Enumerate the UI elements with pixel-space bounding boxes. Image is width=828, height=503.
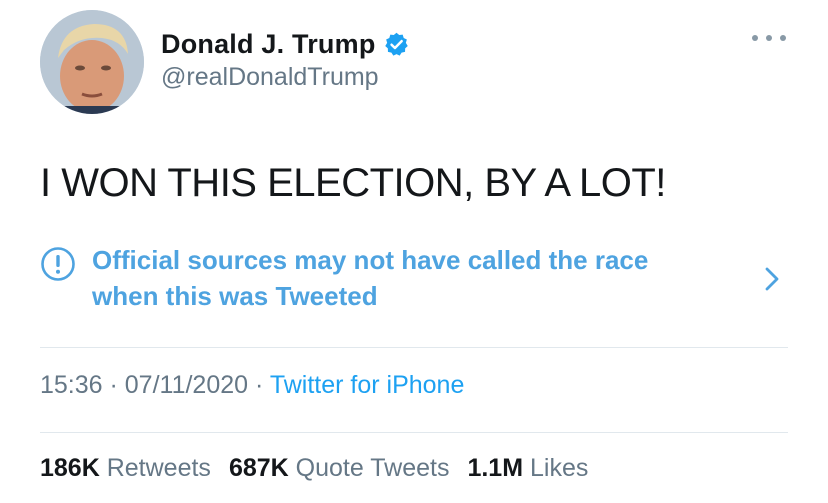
display-name[interactable]: Donald J. Trump [161,29,376,60]
divider [40,432,788,433]
retweets-count: 186K [40,454,100,482]
likes-stat[interactable]: 1.1M Likes [467,454,588,482]
retweets-label: Retweets [106,454,211,482]
notice-text[interactable]: Official sources may not have called the… [92,242,752,314]
avatar[interactable] [40,10,144,114]
quote-tweets-count: 687K [228,454,289,482]
chevron-right-icon[interactable] [762,264,782,294]
more-dot [766,35,772,41]
tweet-meta: 15:36 · 07/11/2020 · Twitter for iPhone [40,371,464,400]
likes-count: 1.1M [467,454,524,482]
more-dot [780,35,786,41]
verified-badge-icon [383,31,410,58]
notice-line-1: Official sources may not have called the… [92,245,649,275]
more-options-icon[interactable] [752,30,786,46]
tweet-date[interactable]: 07/11/2020 [125,371,248,399]
quote-tweets-stat[interactable]: 687K Quote Tweets [229,454,450,482]
likes-label: Likes [530,454,589,482]
quote-tweets-label: Quote Tweets [295,454,450,482]
author-name-row[interactable]: Donald J. Trump [161,27,410,61]
tweet-stats: 186K Retweets 687K Quote Tweets 1.1M Likes [40,454,606,483]
tweet-time[interactable]: 15:36 [40,371,103,399]
user-handle[interactable]: @realDonaldTrump [161,63,379,92]
meta-separator: · [102,371,125,399]
profile-photo [40,10,144,114]
tweet-text: I WON THIS ELECTION, BY A LOT! [40,161,666,205]
exclamation-circle-icon [40,246,76,282]
more-dot [752,35,758,41]
retweets-stat[interactable]: 186K Retweets [40,454,211,482]
election-notice[interactable]: Official sources may not have called the… [40,242,788,316]
notice-line-2: when this was Tweeted [92,281,378,311]
tweet-source-link[interactable]: Twitter for iPhone [270,371,465,399]
meta-separator: · [248,371,270,399]
divider [40,347,788,348]
